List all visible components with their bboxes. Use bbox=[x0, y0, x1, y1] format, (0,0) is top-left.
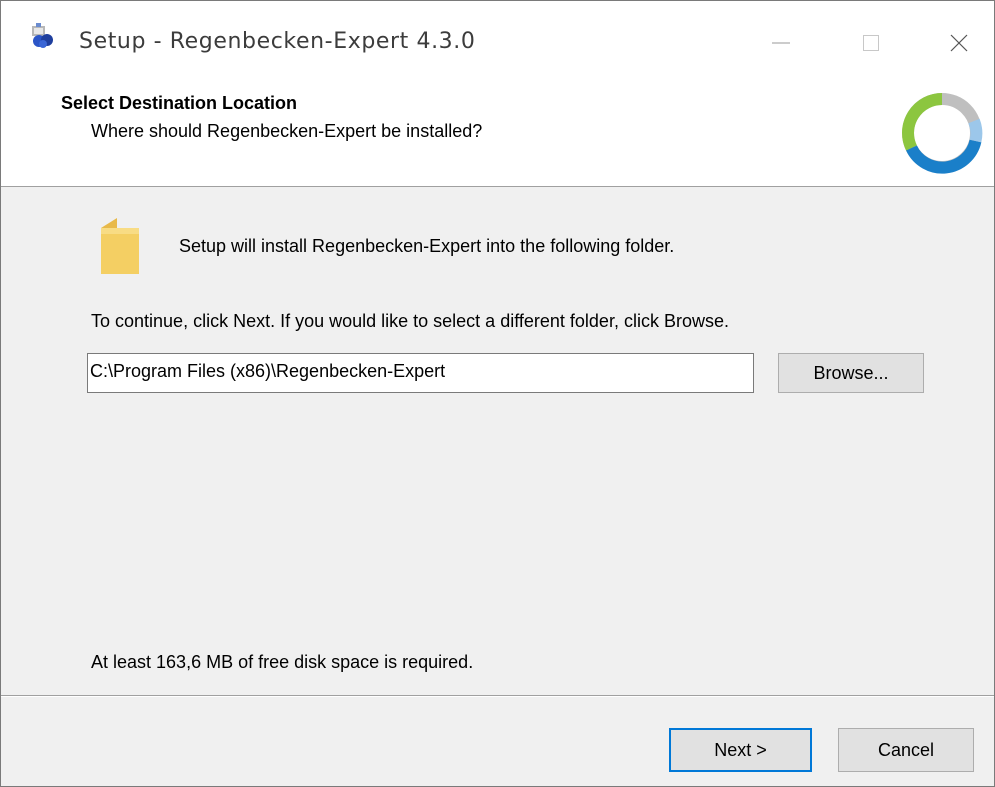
disk-space-text: At least 163,6 MB of free disk space is … bbox=[91, 652, 474, 672]
browse-button[interactable]: Browse... bbox=[778, 353, 924, 393]
wizard-header: Select Destination Location Where should… bbox=[1, 85, 994, 187]
cancel-button[interactable]: Cancel bbox=[838, 728, 974, 772]
maximize-button[interactable] bbox=[826, 1, 916, 85]
maximize-icon bbox=[863, 35, 879, 51]
page-subtitle: Where should Regenbecken-Expert be insta… bbox=[91, 121, 483, 141]
window-title: Setup - Regenbecken-Expert 4.3.0 bbox=[79, 29, 476, 54]
footer-divider bbox=[1, 695, 994, 697]
install-intro-text: Setup will install Regenbecken-Expert in… bbox=[179, 236, 675, 256]
instruction-text: To continue, click Next. If you would li… bbox=[91, 311, 729, 331]
setup-app-icon bbox=[32, 23, 53, 48]
minimize-icon bbox=[772, 42, 790, 44]
close-icon bbox=[950, 34, 968, 52]
destination-path-input[interactable] bbox=[87, 353, 754, 393]
setup-window: Setup - Regenbecken-Expert 4.3.0 Select … bbox=[0, 0, 995, 787]
folder-icon bbox=[101, 218, 139, 274]
title-bar[interactable]: Setup - Regenbecken-Expert 4.3.0 bbox=[1, 1, 994, 85]
next-button[interactable]: Next > bbox=[669, 728, 812, 772]
installer-ring-logo-icon bbox=[902, 93, 983, 174]
minimize-button[interactable] bbox=[736, 1, 826, 85]
close-button[interactable] bbox=[914, 1, 994, 85]
page-title: Select Destination Location bbox=[61, 93, 298, 113]
